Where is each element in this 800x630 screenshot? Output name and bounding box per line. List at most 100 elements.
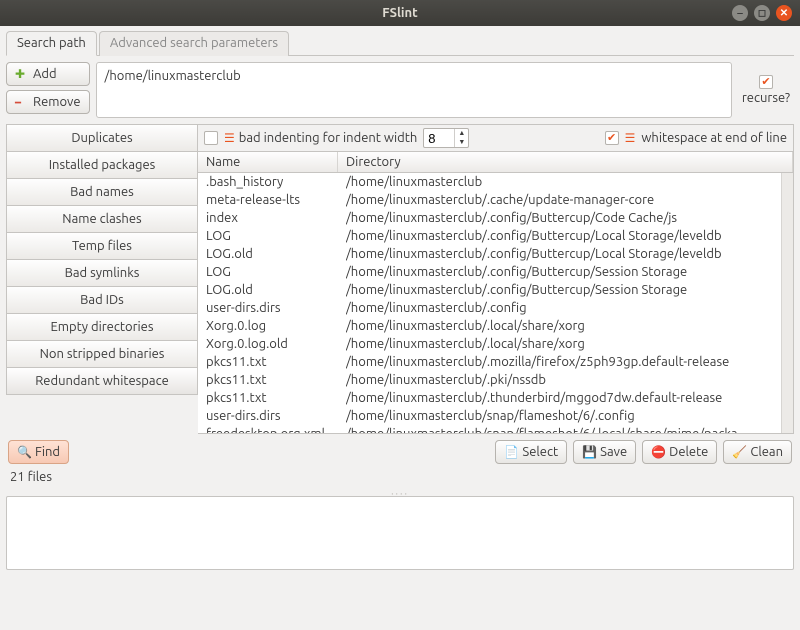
- table-row[interactable]: Xorg.0.log/home/linuxmasterclub/.local/s…: [198, 317, 781, 335]
- add-path-button[interactable]: Add: [6, 62, 90, 86]
- cat-empty-directories[interactable]: Empty directories: [6, 313, 198, 340]
- remove-path-button[interactable]: Remove: [6, 90, 90, 114]
- bad-indent-checkbox[interactable]: [204, 131, 218, 145]
- table-row[interactable]: index/home/linuxmasterclub/.config/Butte…: [198, 209, 781, 227]
- category-list: Duplicates Installed packages Bad names …: [6, 124, 198, 434]
- tab-advanced[interactable]: Advanced search parameters: [99, 31, 289, 56]
- find-button[interactable]: Find: [8, 440, 69, 464]
- table-row[interactable]: .bash_history/home/linuxmasterclub: [198, 173, 781, 191]
- cell-directory: /home/linuxmasterclub/snap/flameshot/6/.…: [346, 425, 773, 433]
- cat-non-stripped-binaries[interactable]: Non stripped binaries: [6, 340, 198, 367]
- save-label: Save: [600, 445, 627, 459]
- results-scrollbar[interactable]: [781, 173, 793, 433]
- cat-temp-files[interactable]: Temp files: [6, 232, 198, 259]
- indent-width-up[interactable]: ▲: [455, 129, 468, 138]
- cell-directory: /home/linuxmasterclub/.config: [346, 299, 773, 317]
- cell-directory: /home/linuxmasterclub/.pki/nssdb: [346, 371, 773, 389]
- cell-directory: /home/linuxmasterclub/.config/Buttercup/…: [346, 209, 773, 227]
- minus-icon: [15, 95, 29, 109]
- results-list[interactable]: .bash_history/home/linuxmasterclubmeta-r…: [198, 173, 781, 433]
- cat-bad-symlinks[interactable]: Bad symlinks: [6, 259, 198, 286]
- cell-name: Xorg.0.log.old: [206, 335, 346, 353]
- indent-icon: [224, 131, 233, 145]
- window-close-button[interactable]: ✕: [776, 5, 792, 21]
- recurse-label: recurse?: [742, 91, 790, 105]
- table-row[interactable]: user-dirs.dirs/home/linuxmasterclub/.con…: [198, 299, 781, 317]
- indent-width-down[interactable]: ▼: [455, 138, 468, 147]
- window-maximize-button[interactable]: ◻: [754, 5, 770, 21]
- col-name[interactable]: Name: [198, 152, 338, 172]
- action-toolbar: Find Select Save Delete Clean: [6, 434, 794, 468]
- table-row[interactable]: user-dirs.dirs/home/linuxmasterclub/snap…: [198, 407, 781, 425]
- table-row[interactable]: pkcs11.txt/home/linuxmasterclub/.thunder…: [198, 389, 781, 407]
- path-entry[interactable]: /home/linuxmasterclub: [105, 69, 723, 83]
- ws-end-checkbox[interactable]: [605, 131, 619, 145]
- window-minimize-button[interactable]: ‒: [732, 5, 748, 21]
- select-icon: [504, 445, 518, 459]
- window-title: FSlint: [382, 6, 417, 20]
- save-icon: [582, 445, 596, 459]
- col-directory[interactable]: Directory: [338, 152, 793, 172]
- delete-label: Delete: [669, 445, 708, 459]
- cell-directory: /home/linuxmasterclub/.thunderbird/mggod…: [346, 389, 773, 407]
- indent-width-spinner[interactable]: ▲ ▼: [423, 128, 469, 148]
- cat-redundant-whitespace[interactable]: Redundant whitespace: [6, 367, 198, 395]
- cell-name: .bash_history: [206, 173, 346, 191]
- table-row[interactable]: LOG.old/home/linuxmasterclub/.config/But…: [198, 245, 781, 263]
- cell-directory: /home/linuxmasterclub/.config/Buttercup/…: [346, 263, 773, 281]
- cell-name: LOG.old: [206, 281, 346, 299]
- save-button[interactable]: Save: [573, 440, 636, 464]
- select-button[interactable]: Select: [495, 440, 567, 464]
- table-row[interactable]: freedesktop.org.xml/home/linuxmasterclub…: [198, 425, 781, 433]
- cell-name: LOG.old: [206, 245, 346, 263]
- secondary-panel: [6, 496, 794, 570]
- search-path-panel: Add Remove /home/linuxmasterclub recurse…: [6, 62, 794, 118]
- cat-bad-names[interactable]: Bad names: [6, 178, 198, 205]
- clean-button[interactable]: Clean: [723, 440, 792, 464]
- add-label: Add: [33, 67, 57, 81]
- cell-name: LOG: [206, 227, 346, 245]
- cell-directory: /home/linuxmasterclub/.cache/update-mana…: [346, 191, 773, 209]
- table-row[interactable]: pkcs11.txt/home/linuxmasterclub/.mozilla…: [198, 353, 781, 371]
- cell-directory: /home/linuxmasterclub/snap/flameshot/6/.…: [346, 407, 773, 425]
- title-bar: FSlint ‒ ◻ ✕: [0, 0, 800, 26]
- cell-name: user-dirs.dirs: [206, 407, 346, 425]
- remove-label: Remove: [33, 95, 81, 109]
- cell-directory: /home/linuxmasterclub/.config/Buttercup/…: [346, 227, 773, 245]
- recurse-checkbox[interactable]: [759, 75, 773, 89]
- path-list[interactable]: /home/linuxmasterclub: [96, 62, 732, 118]
- ws-end-label: whitespace at end of line: [641, 131, 787, 145]
- cell-directory: /home/linuxmasterclub/.local/share/xorg: [346, 317, 773, 335]
- cat-duplicates[interactable]: Duplicates: [6, 124, 198, 151]
- options-bar: bad indenting for indent width ▲ ▼ white…: [198, 125, 793, 152]
- delete-icon: [651, 445, 665, 459]
- cell-name: pkcs11.txt: [206, 389, 346, 407]
- cell-name: index: [206, 209, 346, 227]
- cell-directory: /home/linuxmasterclub/.mozilla/firefox/z…: [346, 353, 773, 371]
- cell-directory: /home/linuxmasterclub: [346, 173, 773, 191]
- cell-name: Xorg.0.log: [206, 317, 346, 335]
- cell-directory: /home/linuxmasterclub/.config/Buttercup/…: [346, 281, 773, 299]
- cell-name: meta-release-lts: [206, 191, 346, 209]
- indent-width-input[interactable]: [424, 129, 454, 147]
- cat-bad-ids[interactable]: Bad IDs: [6, 286, 198, 313]
- whitespace-icon: [625, 131, 636, 145]
- table-row[interactable]: LOG.old/home/linuxmasterclub/.config/But…: [198, 281, 781, 299]
- bad-indent-label: bad indenting for indent width: [239, 131, 418, 145]
- table-row[interactable]: meta-release-lts/home/linuxmasterclub/.c…: [198, 191, 781, 209]
- table-row[interactable]: LOG/home/linuxmasterclub/.config/Butterc…: [198, 263, 781, 281]
- cat-installed-packages[interactable]: Installed packages: [6, 151, 198, 178]
- plus-icon: [15, 67, 29, 81]
- cell-name: LOG: [206, 263, 346, 281]
- delete-button[interactable]: Delete: [642, 440, 717, 464]
- table-row[interactable]: LOG/home/linuxmasterclub/.config/Butterc…: [198, 227, 781, 245]
- find-label: Find: [35, 445, 60, 459]
- cell-name: freedesktop.org.xml: [206, 425, 346, 433]
- cell-directory: /home/linuxmasterclub/.config/Buttercup/…: [346, 245, 773, 263]
- table-row[interactable]: pkcs11.txt/home/linuxmasterclub/.pki/nss…: [198, 371, 781, 389]
- table-row[interactable]: Xorg.0.log.old/home/linuxmasterclub/.loc…: [198, 335, 781, 353]
- tab-search-path[interactable]: Search path: [6, 31, 97, 56]
- cat-name-clashes[interactable]: Name clashes: [6, 205, 198, 232]
- clean-icon: [732, 445, 746, 459]
- clean-label: Clean: [750, 445, 783, 459]
